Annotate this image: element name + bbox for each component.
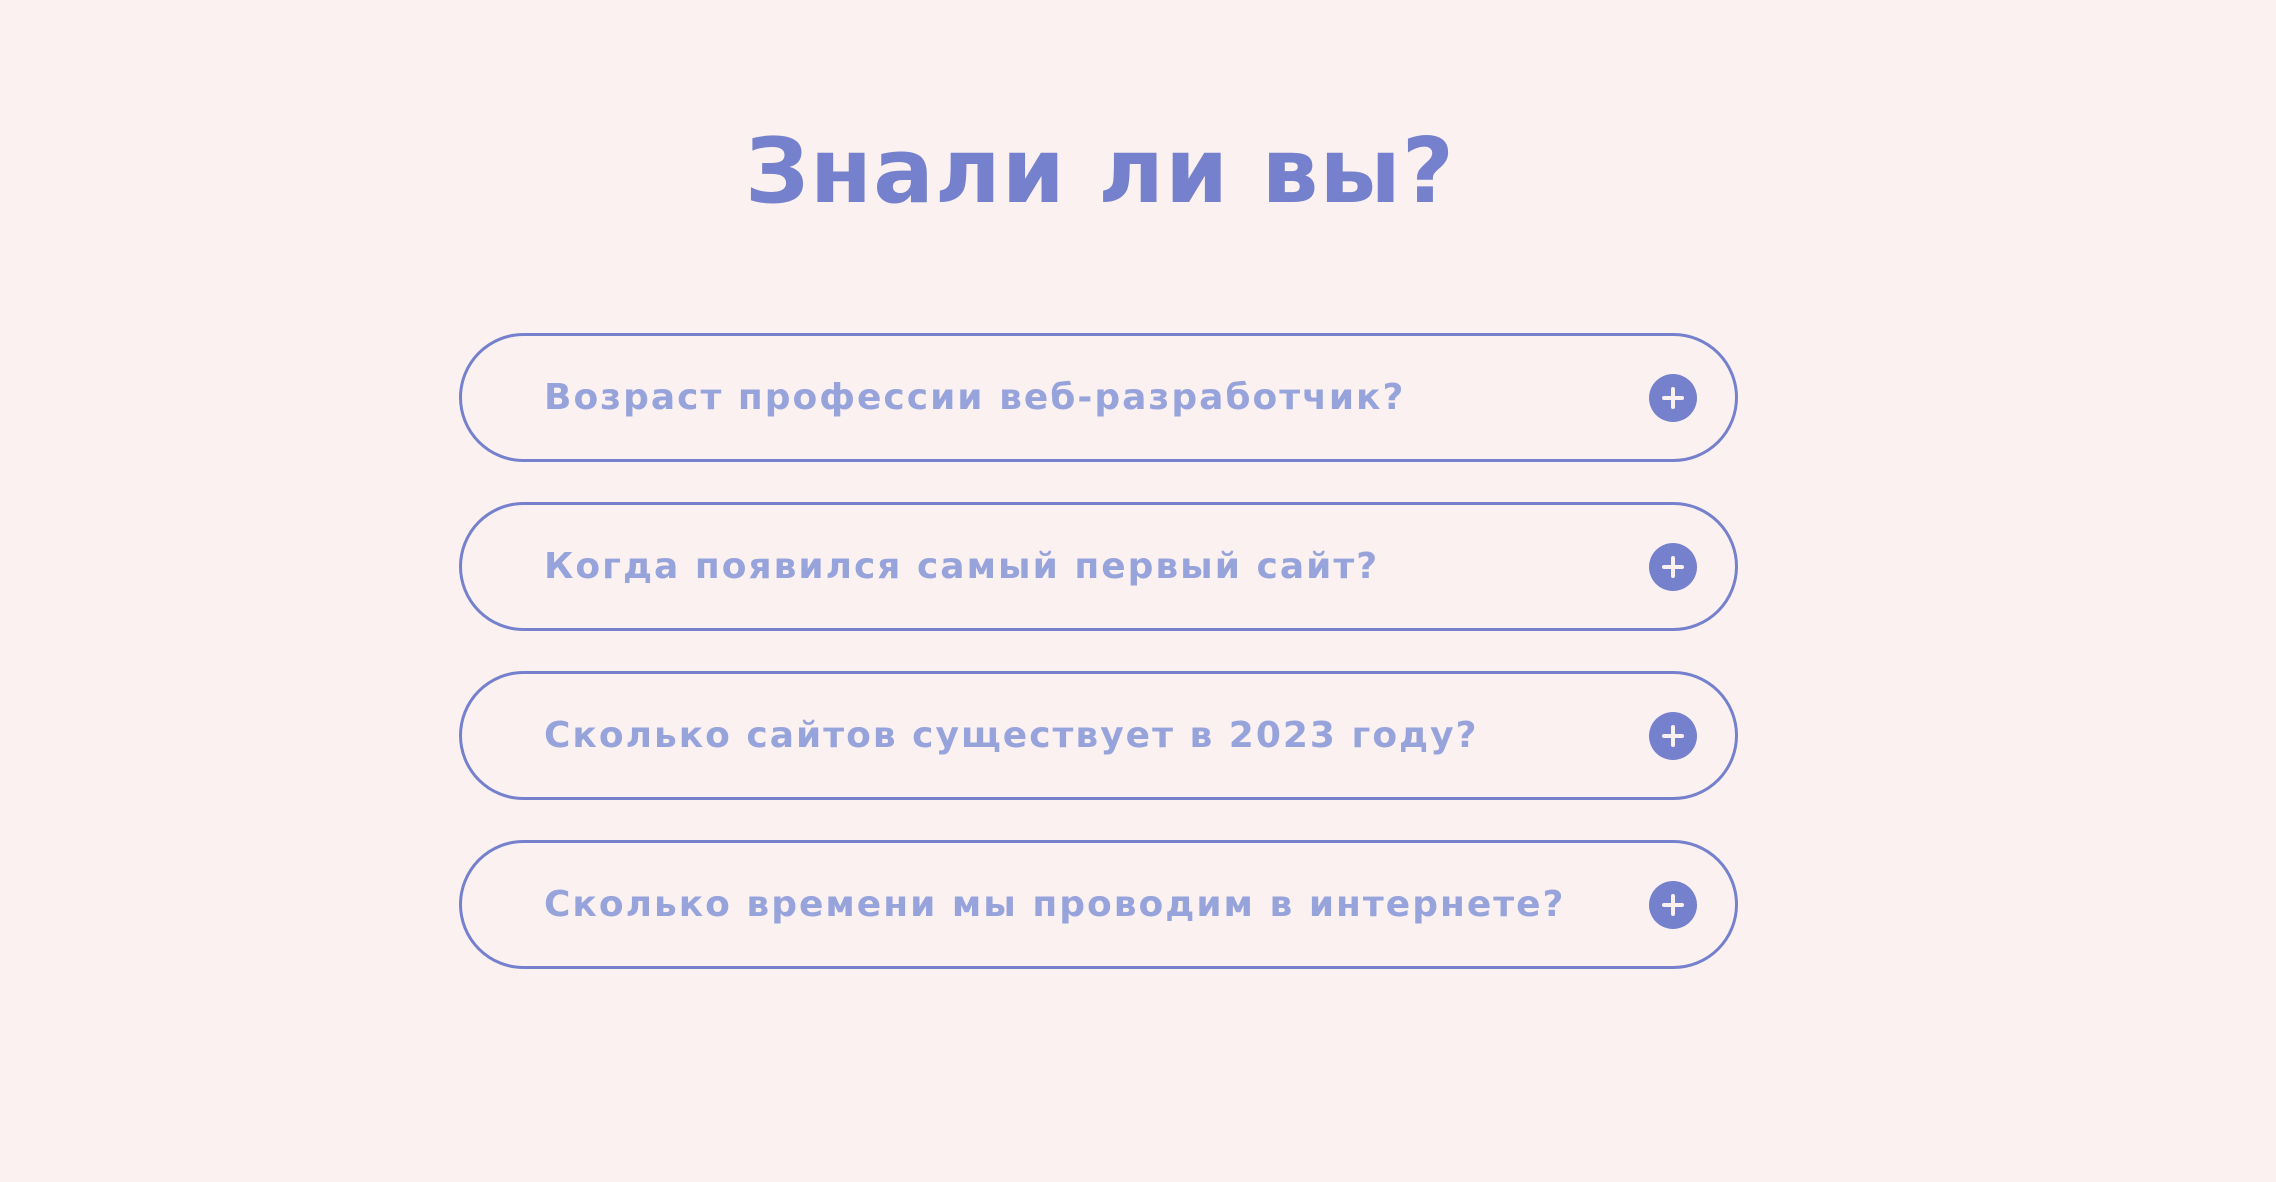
faq-question: Сколько сайтов существует в 2023 году? — [544, 715, 1479, 756]
faq-list: Возраст профессии веб-разработчик? Когда… — [459, 333, 1738, 1009]
page: Знали ли вы? Возраст профессии веб-разра… — [0, 0, 2276, 1182]
faq-question: Сколько времени мы проводим в интернете? — [544, 884, 1566, 925]
plus-icon[interactable] — [1649, 373, 1697, 422]
plus-icon[interactable] — [1649, 711, 1697, 760]
faq-question: Возраст профессии веб-разработчик? — [544, 377, 1406, 418]
section-title: Знали ли вы? — [744, 119, 1456, 224]
faq-item[interactable]: Сколько времени мы проводим в интернете? — [459, 840, 1738, 969]
plus-icon[interactable] — [1649, 880, 1697, 929]
faq-item[interactable]: Сколько сайтов существует в 2023 году? — [459, 671, 1738, 800]
faq-item[interactable]: Возраст профессии веб-разработчик? — [459, 333, 1738, 462]
faq-item[interactable]: Когда появился самый первый сайт? — [459, 502, 1738, 631]
plus-icon[interactable] — [1649, 542, 1697, 591]
faq-question: Когда появился самый первый сайт? — [544, 546, 1380, 587]
